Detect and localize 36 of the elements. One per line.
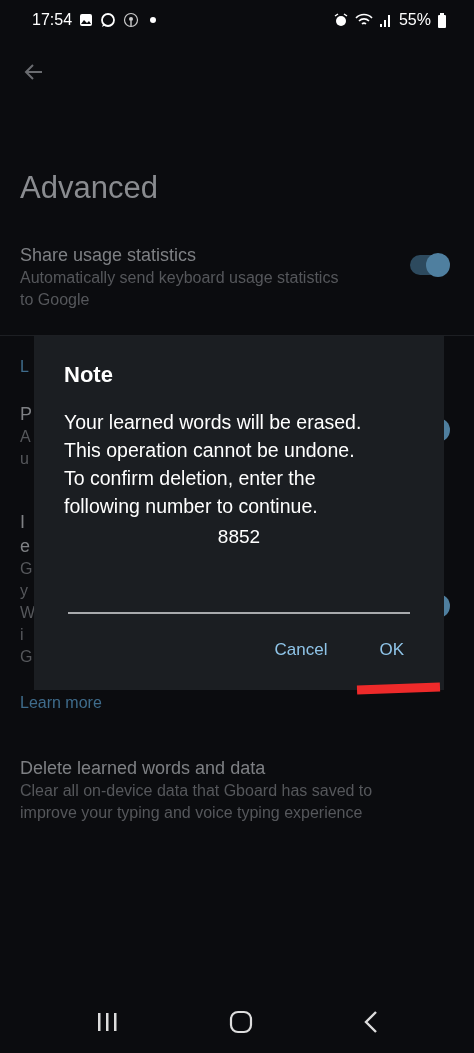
setting-title: Delete learned words and data xyxy=(20,757,266,780)
setting-description: A xyxy=(20,427,31,447)
ok-button[interactable]: OK xyxy=(379,636,404,664)
home-icon[interactable] xyxy=(229,1010,253,1034)
recent-apps-icon[interactable] xyxy=(95,1012,118,1032)
toggle-switch[interactable] xyxy=(410,255,448,275)
setting-description: i xyxy=(20,625,24,645)
podcast-icon xyxy=(123,12,140,28)
back-icon[interactable] xyxy=(364,1011,379,1033)
wifi-icon xyxy=(354,13,373,27)
setting-description: Automatically send keyboard usage statistics xyxy=(20,268,339,288)
setting-description: y xyxy=(20,581,28,601)
dialog-title: Note xyxy=(64,362,114,388)
alarm-icon xyxy=(333,13,348,27)
learn-more-link[interactable]: Learn more xyxy=(20,692,102,714)
setting-title: P xyxy=(20,403,32,426)
dialog-message: Your learned words will be erased. This operation cannot be undone. To confirm deletion, enter the following number to continue. xyxy=(64,410,363,519)
cancel-button[interactable]: Cancel xyxy=(274,636,328,664)
setting-description: improve your typing and voice typing experience xyxy=(20,803,363,823)
status-time: 17:54 xyxy=(32,11,73,29)
signal-icon xyxy=(379,13,392,27)
image-icon xyxy=(79,13,94,27)
battery-icon xyxy=(438,12,446,28)
setting-description: W xyxy=(20,603,36,623)
battery-percent: 55% xyxy=(398,11,431,29)
setting-title: e xyxy=(20,535,30,558)
confirmation-number: 8852 xyxy=(216,526,262,548)
setting-description: G xyxy=(20,559,33,579)
setting-description: u xyxy=(20,449,29,469)
chat-icon xyxy=(100,12,117,28)
setting-description: Clear all on-device data that Gboard has saved to xyxy=(20,781,373,801)
setting-description: G xyxy=(20,647,33,667)
setting-description: to Google xyxy=(20,290,90,310)
setting-title: Share usage statistics xyxy=(20,244,197,267)
setting-title: I xyxy=(20,511,25,534)
page-title: Advanced xyxy=(20,170,159,206)
